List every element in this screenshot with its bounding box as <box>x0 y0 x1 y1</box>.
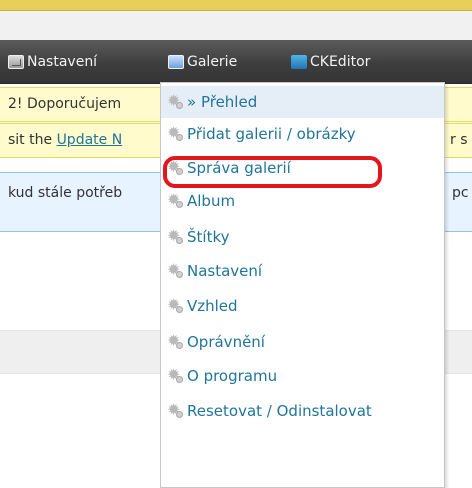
submenu-item-label: Přidat galerii / obrázky <box>187 125 356 143</box>
menu-item-nastaveni[interactable]: Nastavení <box>8 40 97 83</box>
notice-end-text: pc <box>452 185 469 201</box>
gear-icon <box>167 91 183 110</box>
gear-icon <box>167 295 183 314</box>
submenu-item-label: Nastavení <box>187 262 263 280</box>
submenu-item-label: O programu <box>187 367 278 385</box>
submenu-item-o-programu[interactable]: O programu <box>161 360 444 392</box>
gear-icon <box>167 123 183 142</box>
submenu-item-vzhled[interactable]: Vzhled <box>161 290 444 322</box>
gear-icon <box>167 190 183 209</box>
submenu-item-label: Resetovat / Odinstalovat <box>187 402 372 420</box>
admin-menu-bar: Nastavení Galerie CKEditor <box>0 40 472 84</box>
galerie-submenu: » Přehled Přidat galerii / obrázky Správ… <box>160 82 445 488</box>
menu-item-label: Nastavení <box>27 53 98 70</box>
gear-icon <box>167 365 183 384</box>
submenu-item-pridat-galerii[interactable]: Přidat galerii / obrázky <box>161 118 444 150</box>
header-bar <box>0 11 472 41</box>
menu-item-galerie[interactable]: Galerie <box>168 40 237 83</box>
gear-icon <box>167 331 183 350</box>
notice-prefix: sit the <box>8 132 57 148</box>
menu-item-label: CKEditor <box>310 53 371 70</box>
submenu-item-label: Oprávnění <box>187 333 265 351</box>
ckeditor-icon <box>291 54 307 69</box>
highlight-annotation <box>163 156 382 188</box>
gear-icon <box>167 400 183 419</box>
notice-suffix: r s <box>450 132 468 148</box>
submenu-item-resetovat[interactable]: Resetovat / Odinstalovat <box>161 395 444 427</box>
top-strip <box>0 0 472 11</box>
notice-text: sit the Update N <box>8 124 122 157</box>
menu-item-label: Galerie <box>187 53 238 70</box>
notice-text: 2! Doporučujem <box>8 96 122 112</box>
update-link[interactable]: Update N <box>57 132 123 148</box>
submenu-item-prehled[interactable]: » Přehled <box>161 86 444 118</box>
settings-icon <box>8 54 24 69</box>
notice-text: kud stále potřeb <box>8 185 123 201</box>
submenu-item-album[interactable]: Album <box>161 185 444 217</box>
submenu-item-label: Štítky <box>187 228 230 246</box>
menu-item-ckeditor[interactable]: CKEditor <box>291 40 370 83</box>
submenu-item-label: Album <box>187 192 236 210</box>
gallery-icon <box>168 54 184 69</box>
submenu-item-label: Vzhled <box>187 297 238 315</box>
gear-icon <box>167 260 183 279</box>
submenu-item-stitky[interactable]: Štítky <box>161 221 444 253</box>
submenu-item-label: » Přehled <box>187 93 258 111</box>
gear-icon <box>167 226 183 245</box>
submenu-item-nastaveni[interactable]: Nastavení <box>161 255 444 287</box>
submenu-item-opravneni[interactable]: Oprávnění <box>161 326 444 358</box>
